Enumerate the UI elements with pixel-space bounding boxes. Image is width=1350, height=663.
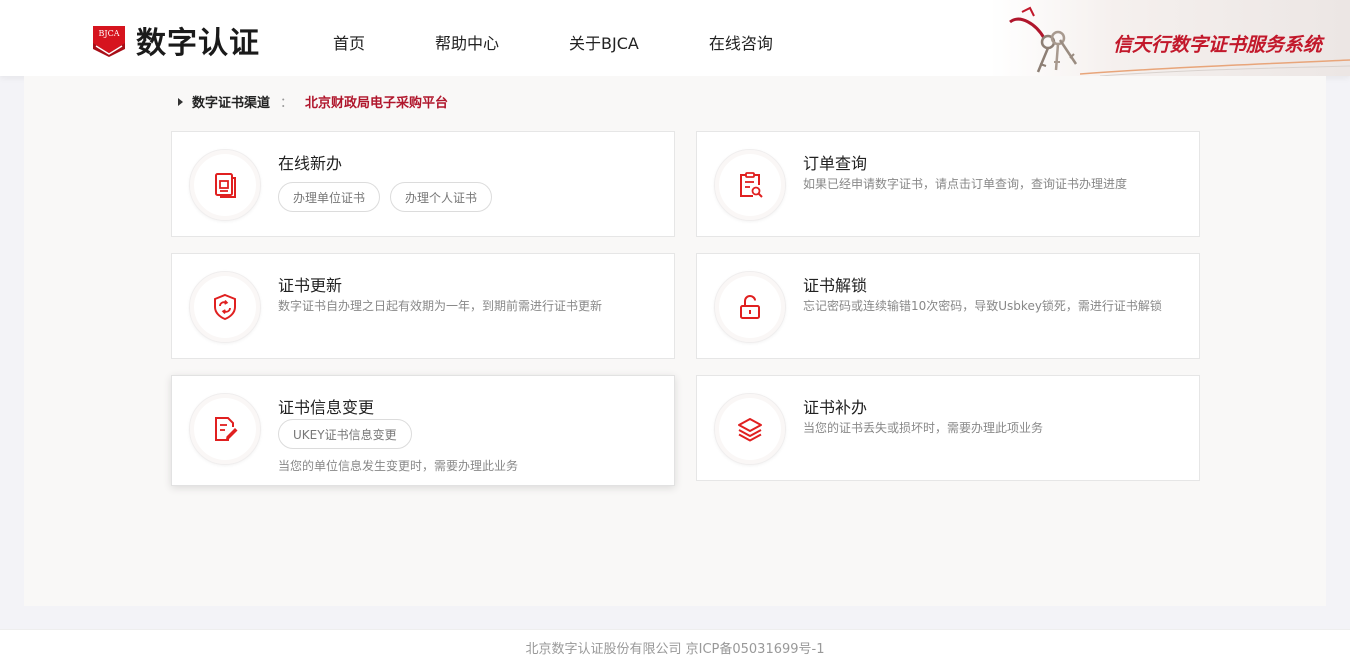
icon-circle [189,393,261,465]
icon-circle [189,271,261,343]
card-certificate-reissue[interactable]: 证书补办 当您的证书丢失或损坏时，需要办理此项业务 [696,375,1200,481]
icon-circle [714,393,786,465]
card-title: 证书补办 [803,398,868,417]
icon-circle [714,271,786,343]
keys-icon [1009,6,1078,73]
card-title: 订单查询 [803,154,868,173]
card-description: 忘记密码或连续输错10次密码，导致Usbkey锁死，需进行证书解锁 [803,299,1162,313]
breadcrumb: 数字证书渠道 ： 北京财政局电子采购平台 [178,92,448,111]
decorative-swoosh [1080,59,1350,76]
bjca-logo-icon: BJCA [92,23,126,57]
breadcrumb-separator: ： [280,96,294,111]
logo-text: 数字认证 [136,26,260,61]
nav-about[interactable]: 关于BJCA [569,30,639,54]
icon-circle [714,149,786,221]
order-search-icon [740,172,763,198]
card-description: 数字证书自办理之日起有效期为一年，到期前需进行证书更新 [278,299,603,313]
nav-home[interactable]: 首页 [333,30,365,54]
card-title: 证书信息变更 [278,398,375,417]
footer-copyright: 北京数字认证股份有限公司 京ICP备05031699号-1 [525,642,825,657]
card-title: 证书更新 [278,276,343,295]
card-description: 如果已经申请数字证书，请点击订单查询，查询证书办理进度 [803,177,1128,191]
unlock-icon [740,294,760,319]
breadcrumb-value[interactable]: 北京财政局电子采购平台 [305,92,448,111]
footer: 北京数字认证股份有限公司 京ICP备05031699号-1 [0,629,1350,663]
main-nav: 首页 帮助中心 关于BJCA 在线咨询 [333,30,843,54]
card-certificate-renewal[interactable]: 证书更新 数字证书自办理之日起有效期为一年，到期前需进行证书更新 [171,253,675,359]
card-title: 在线新办 [278,154,343,173]
card-new-application[interactable]: 在线新办 办理单位证书 办理个人证书 [171,131,675,237]
nav-online-consult[interactable]: 在线咨询 [709,30,773,54]
logo[interactable]: BJCA 数字认证 [92,22,260,61]
nav-help-center[interactable]: 帮助中心 [435,30,499,54]
shield-refresh-icon [214,293,236,321]
card-description: 当您的证书丢失或损坏时，需要办理此项业务 [803,421,1044,435]
card-certificate-unlock[interactable]: 证书解锁 忘记密码或连续输错10次密码，导致Usbkey锁死，需进行证书解锁 [696,253,1200,359]
header: BJCA 数字认证 首页 帮助中心 关于BJCA 在线咨询 信天行数字证书服务系… [0,0,1350,76]
chip-row: UKEY证书信息变更 [278,419,422,449]
chip-row: 办理单位证书 办理个人证书 [278,182,502,212]
caret-right-icon [178,97,183,106]
personal-certificate-button[interactable]: 办理个人证书 [390,182,493,212]
layers-icon [738,418,762,442]
breadcrumb-label: 数字证书渠道 [192,96,271,111]
logo-badge-text: BJCA [98,29,120,38]
header-banner: 信天行数字证书服务系统 [990,0,1350,76]
card-description: 当您的单位信息发生变更时，需要办理此业务 [278,459,519,473]
header-slogan: 信天行数字证书服务系统 [1112,34,1322,56]
card-order-query[interactable]: 订单查询 如果已经申请数字证书，请点击订单查询，查询证书办理进度 [696,131,1200,237]
main-panel: 数字证书渠道 ： 北京财政局电子采购平台 在线新办 办理单位证书 办理个人证书 [24,76,1326,606]
edit-document-icon [215,417,238,441]
org-certificate-button[interactable]: 办理单位证书 [278,182,381,212]
icon-circle [189,149,261,221]
ukey-info-change-button[interactable]: UKEY证书信息变更 [278,419,412,449]
document-seal-icon [215,173,236,198]
card-certificate-info-change[interactable]: 证书信息变更 UKEY证书信息变更 当您的单位信息发生变更时，需要办理此业务 [171,375,675,486]
card-title: 证书解锁 [803,276,868,295]
